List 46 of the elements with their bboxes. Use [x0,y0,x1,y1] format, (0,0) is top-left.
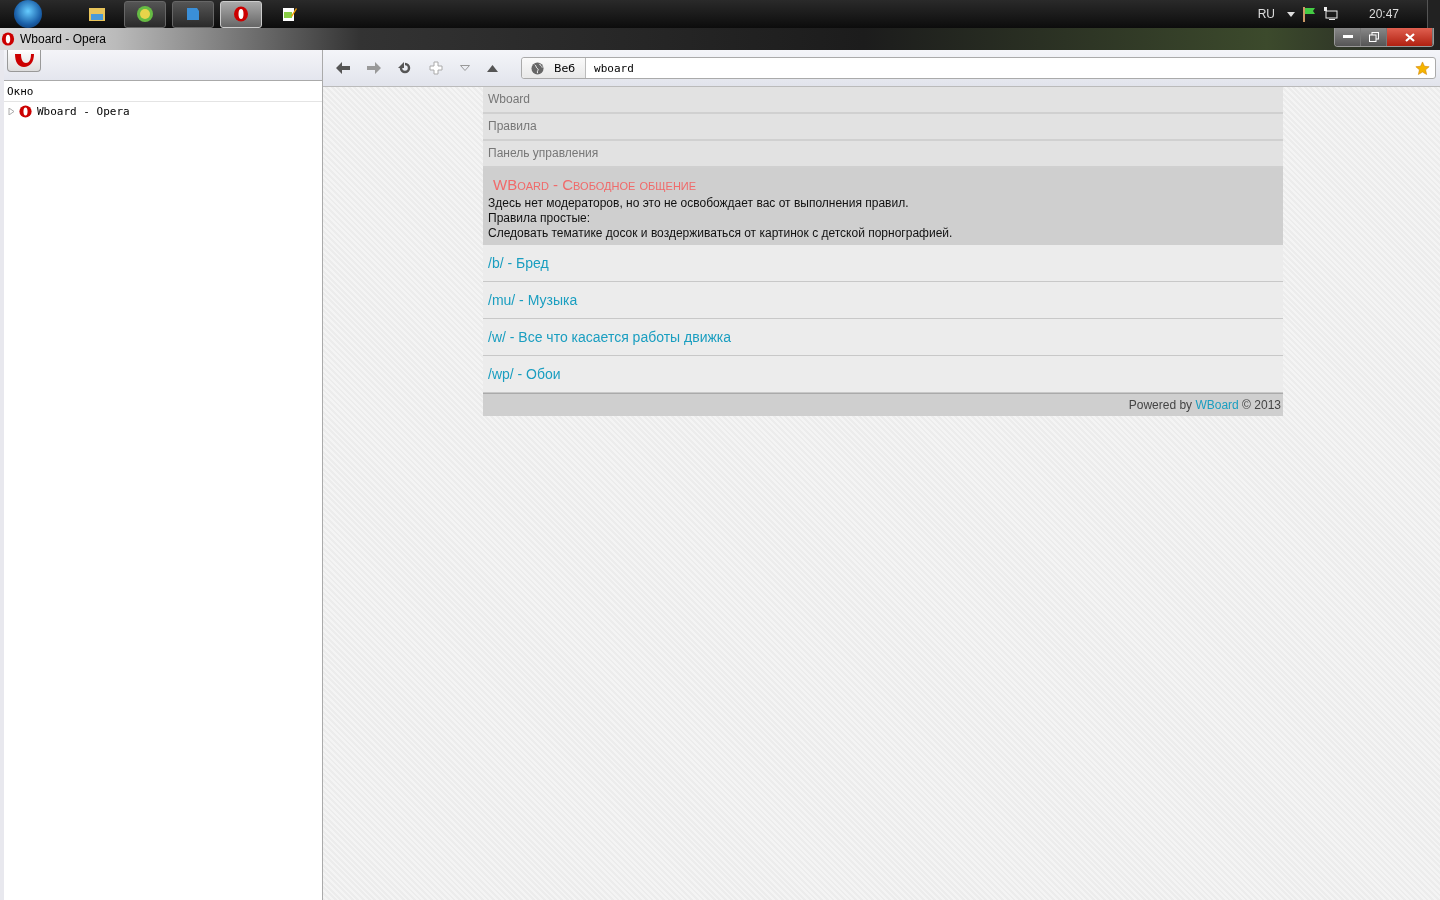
globe-icon [531,61,544,75]
close-button[interactable] [1387,28,1433,46]
nav-link[interactable]: Wboard [483,87,1283,114]
nav-link[interactable]: Панель управления [483,141,1283,168]
minimize-button[interactable] [1335,28,1361,46]
board-link[interactable]: /wp/ - Обои [488,366,561,382]
clock: 20:47 [1368,7,1399,21]
opera-menu-button[interactable] [7,50,41,72]
board-link[interactable]: /b/ - Бред [488,255,549,271]
rules-text: Правила простые: [488,211,592,226]
restore-button[interactable] [1361,28,1387,46]
star-icon[interactable] [1415,60,1430,76]
panel-header: Окно [4,82,322,102]
security-badge[interactable]: Веб [522,58,587,78]
back-arrow-icon[interactable] [336,62,350,74]
board-link[interactable]: /w/ - Все что касается работы движка [488,329,732,345]
start-button[interactable] [14,0,42,28]
url-text: wboard [593,61,635,75]
flag-icon[interactable] [1300,6,1317,22]
tree-item[interactable]: Wboard - Opera [37,105,130,118]
notepad-icon [281,6,297,22]
board-link[interactable]: /mu/ - Музыка [488,292,578,308]
opera-logo-icon [13,53,35,68]
circle-logo-icon [136,5,154,23]
opera-logo-icon [1,32,15,46]
powered-by-text: Powered by WBoard © 2013 [1128,398,1281,412]
caret-icon[interactable] [1286,11,1295,17]
rules-text: Здесь нет модераторов, но это не освобождает вас от выполнения правил. [488,196,910,211]
window-title: Wboard - Opera [20,32,107,46]
rules-text: Следовать тематике досок и воздерживаться от картинок с детской порнографией. [488,226,954,241]
language-indicator[interactable]: RU [1257,7,1275,21]
address-field[interactable]: Веб wboard [521,57,1436,79]
nav-link[interactable]: Правила [483,114,1283,141]
folder-icon [88,6,106,22]
up-arrow-icon[interactable] [487,64,498,72]
restore-icon [1368,32,1379,42]
site-title: WBoard - Свободное общение [492,176,698,193]
wboard-link[interactable]: WBoard [1195,398,1239,412]
document-icon [185,6,201,22]
taskbar-button[interactable] [124,0,166,28]
close-icon [1404,32,1415,42]
network-icon[interactable] [1322,6,1339,22]
opera-logo-icon [233,6,249,22]
reload-icon[interactable] [398,61,412,75]
opera-logo-icon [19,105,32,118]
minimize-icon [1342,35,1353,39]
